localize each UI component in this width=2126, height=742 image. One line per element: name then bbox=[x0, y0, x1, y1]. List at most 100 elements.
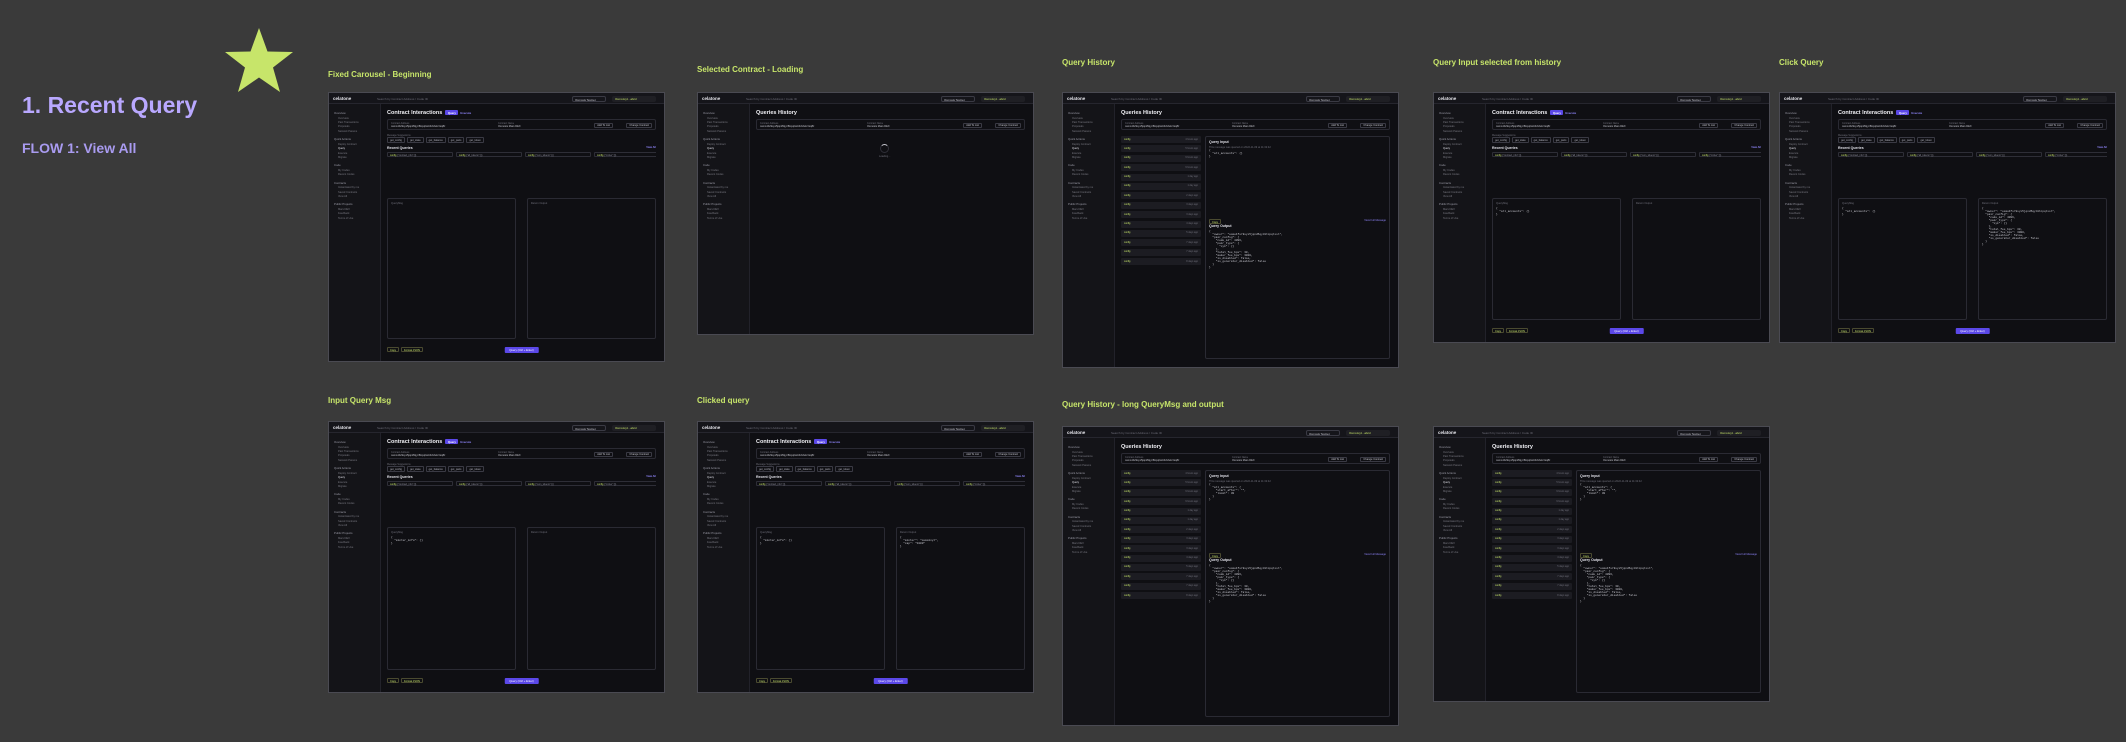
history-row[interactable]: config 5 days ago bbox=[1492, 563, 1572, 571]
sidebar-item[interactable]: Migrate bbox=[1783, 156, 1828, 160]
search-input[interactable]: Search by Contract Address / Code ID bbox=[743, 95, 873, 102]
recent-query-card[interactable]: config {"minter":{}} bbox=[963, 481, 1025, 486]
suggestion-chip[interactable]: get_balance bbox=[1876, 137, 1897, 143]
sidebar-footer-item[interactable]: Terms of Use bbox=[332, 217, 377, 221]
change-contract-button[interactable]: Change Contract bbox=[995, 451, 1021, 457]
search-input[interactable]: Search by Contract Address / Code ID bbox=[1479, 95, 1609, 102]
history-row[interactable]: config 4 days ago bbox=[1492, 554, 1572, 562]
suggestion-chip[interactable]: get_config bbox=[387, 137, 405, 143]
network-select[interactable]: Osmosis Testnet bbox=[1306, 95, 1340, 102]
sidebar-item[interactable]: View All bbox=[332, 524, 377, 528]
sidebar-footer-item[interactable]: Terms of Use bbox=[701, 546, 746, 550]
history-row[interactable]: config 9 hours ago bbox=[1121, 498, 1201, 506]
recent-query-card[interactable]: config {"all_tokens":{}} bbox=[825, 481, 891, 486]
sidebar-footer-item[interactable]: Terms of Use bbox=[701, 217, 746, 221]
view-all-link[interactable]: View All bbox=[1015, 475, 1025, 478]
query-button[interactable]: Query (Ctrl + Enter) bbox=[1609, 328, 1644, 334]
sidebar-item[interactable]: Network Params bbox=[1066, 130, 1111, 134]
change-contract-button[interactable]: Change Contract bbox=[1731, 456, 1757, 462]
history-row[interactable]: config 4 hours ago bbox=[1121, 470, 1201, 477]
recent-query-card[interactable]: config {"all_tokens":{}} bbox=[1561, 152, 1627, 157]
suggestion-chip[interactable]: get_config bbox=[756, 466, 774, 472]
search-input[interactable]: Search by Contract Address / Code ID bbox=[1479, 429, 1609, 436]
sidebar-item[interactable]: Recent Codes bbox=[332, 502, 377, 506]
query-msg-editor[interactable]: QueryMsg { "minter_info": {} } bbox=[387, 527, 517, 670]
add-to-list-button[interactable]: Add To List bbox=[1328, 122, 1347, 128]
history-row[interactable]: config 8 days ago bbox=[1492, 592, 1572, 600]
copy-button[interactable]: Copy bbox=[387, 678, 400, 683]
suggestion-chip[interactable]: get_pairs bbox=[816, 466, 834, 472]
copy-button[interactable]: Copy bbox=[1209, 553, 1222, 558]
suggestion-chip[interactable]: get_token bbox=[466, 466, 484, 472]
network-select[interactable]: Osmosis Testnet bbox=[572, 95, 606, 102]
history-row[interactable]: config 5 hours ago bbox=[1121, 145, 1201, 153]
execute-tab[interactable]: Execute bbox=[1911, 111, 1922, 115]
view-full-message-link[interactable]: View Full Message bbox=[1364, 219, 1386, 222]
copy-button[interactable]: Copy bbox=[387, 347, 400, 352]
execute-tab[interactable]: Execute bbox=[460, 440, 471, 444]
view-all-link[interactable]: View All bbox=[2097, 146, 2107, 149]
history-row[interactable]: config 8 days ago bbox=[1121, 258, 1201, 266]
add-to-list-button[interactable]: Add To List bbox=[963, 122, 982, 128]
sidebar-item[interactable]: Recent Codes bbox=[332, 173, 377, 177]
suggestion-chip[interactable]: get_pairs bbox=[447, 466, 465, 472]
recent-query-card[interactable]: config {"all_tokens":{}} bbox=[456, 481, 522, 486]
history-row[interactable]: config 5 hours ago bbox=[1492, 479, 1572, 487]
history-row[interactable]: config 7 days ago bbox=[1121, 573, 1201, 581]
suggestion-chip[interactable]: get_token bbox=[466, 137, 484, 143]
sidebar-footer-item[interactable]: Terms of Use bbox=[1066, 217, 1111, 221]
sidebar-item[interactable]: Network Params bbox=[1437, 130, 1482, 134]
change-contract-button[interactable]: Change Contract bbox=[1360, 456, 1386, 462]
sidebar-item[interactable]: Recent Codes bbox=[1783, 173, 1828, 177]
view-all-link[interactable]: View All bbox=[646, 146, 656, 149]
recent-query-card[interactable]: config {"contract_info":{}} bbox=[756, 481, 822, 486]
history-row[interactable]: config 9 hours ago bbox=[1121, 488, 1201, 496]
query-button[interactable]: Query (Ctrl + Enter) bbox=[873, 678, 908, 684]
wallet-button[interactable]: Osmo1xyz...abcd bbox=[1346, 429, 1390, 436]
sidebar-item[interactable]: Recent Codes bbox=[1066, 507, 1111, 511]
sidebar-item[interactable]: View All bbox=[1066, 195, 1111, 199]
suggestion-chip[interactable]: get_token bbox=[1917, 137, 1935, 143]
sidebar-item[interactable]: Network Params bbox=[1783, 130, 1828, 134]
format-json-button[interactable]: Format JSON bbox=[401, 347, 423, 352]
recent-query-card[interactable]: config {"all_tokens":{}} bbox=[456, 152, 522, 157]
history-row[interactable]: config 7 days ago bbox=[1492, 573, 1572, 581]
history-row[interactable]: config 2 days ago bbox=[1121, 526, 1201, 534]
recent-query-card[interactable]: config {"minter":{}} bbox=[594, 481, 656, 486]
network-select[interactable]: Osmosis Testnet bbox=[1306, 429, 1340, 436]
sidebar-item[interactable]: Network Params bbox=[332, 459, 377, 463]
wallet-button[interactable]: Osmo1xyz...abcd bbox=[1717, 429, 1761, 436]
suggestion-chip[interactable]: get_state bbox=[775, 466, 793, 472]
suggestion-chip[interactable]: get_state bbox=[1857, 137, 1875, 143]
recent-query-card[interactable]: config {"contract_info":{}} bbox=[387, 481, 453, 486]
history-row[interactable]: config 7 days ago bbox=[1121, 248, 1201, 256]
suggestion-chip[interactable]: get_config bbox=[1838, 137, 1856, 143]
sidebar-item[interactable]: View All bbox=[1783, 195, 1828, 199]
history-row[interactable]: config 3 days ago bbox=[1492, 535, 1572, 543]
suggestion-chip[interactable]: get_config bbox=[1492, 137, 1510, 143]
sidebar-item[interactable]: Recent Codes bbox=[1437, 173, 1482, 177]
history-row[interactable]: config 1 day ago bbox=[1121, 173, 1201, 181]
sidebar-item[interactable]: View All bbox=[1437, 529, 1482, 533]
execute-tab[interactable]: Execute bbox=[1565, 111, 1576, 115]
query-tab[interactable]: Query bbox=[1550, 110, 1564, 116]
add-to-list-button[interactable]: Add To List bbox=[594, 451, 613, 457]
query-tab[interactable]: Query bbox=[1896, 110, 1910, 116]
recent-query-card[interactable]: config {"minter":{}} bbox=[2045, 152, 2107, 157]
sidebar-item[interactable]: Network Params bbox=[1066, 464, 1111, 468]
suggestion-chip[interactable]: get_config bbox=[387, 466, 405, 472]
sidebar-item[interactable]: Migrate bbox=[1066, 156, 1111, 160]
recent-query-card[interactable]: config {"num_tokens":{}} bbox=[1976, 152, 2042, 157]
history-row[interactable]: config 9 hours ago bbox=[1121, 154, 1201, 162]
network-select[interactable]: Osmosis Testnet bbox=[1677, 429, 1711, 436]
history-row[interactable]: config 7 days ago bbox=[1492, 582, 1572, 590]
suggestion-chip[interactable]: get_balance bbox=[1530, 137, 1551, 143]
format-json-button[interactable]: Format JSON bbox=[1852, 328, 1874, 333]
recent-query-card[interactable]: config {"num_tokens":{}} bbox=[894, 481, 960, 486]
history-row[interactable]: config 5 days ago bbox=[1121, 563, 1201, 571]
suggestion-chip[interactable]: get_token bbox=[1571, 137, 1589, 143]
search-input[interactable]: Search by Contract Address / Code ID bbox=[743, 424, 873, 431]
copy-button[interactable]: Copy bbox=[1492, 328, 1505, 333]
view-all-link[interactable]: View All bbox=[1751, 146, 1761, 149]
history-row[interactable]: config 1 day ago bbox=[1121, 516, 1201, 524]
